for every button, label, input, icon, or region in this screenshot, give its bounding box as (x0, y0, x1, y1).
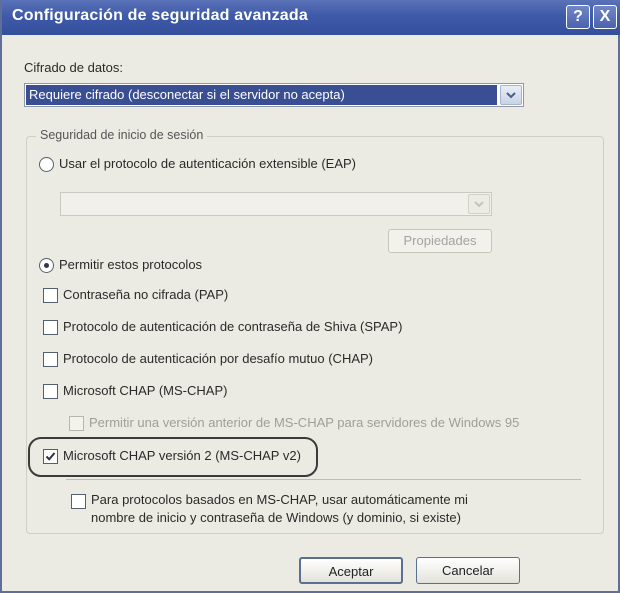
cancel-button[interactable]: Cancelar (416, 557, 520, 584)
chap-checkbox[interactable] (43, 352, 58, 367)
spap-label[interactable]: Protocolo de autenticación de contraseña… (63, 319, 402, 334)
auto-windows-logon-label-line1[interactable]: Para protocolos basados en MS-CHAP, usar… (91, 492, 468, 507)
separator (66, 479, 581, 480)
eap-dropdown-button[interactable] (468, 194, 490, 214)
properties-button-label: Propiedades (403, 233, 477, 248)
ok-button-label: Aceptar (328, 564, 374, 579)
ms-chap-win95-checkbox[interactable] (69, 416, 84, 431)
encryption-selected-value: Requiere cifrado (desconectar si el serv… (26, 85, 497, 105)
allow-protocols-label[interactable]: Permitir estos protocolos (59, 257, 202, 272)
highlight-circle-annotation (28, 437, 318, 477)
auto-windows-logon-checkbox[interactable] (71, 494, 86, 509)
dialog-title: Configuración de seguridad avanzada (12, 7, 308, 24)
eap-radio-label[interactable]: Usar el protocolo de autenticación exten… (59, 156, 356, 171)
cancel-button-label: Cancelar (441, 563, 495, 578)
close-icon: X (599, 8, 611, 25)
ms-chap-label[interactable]: Microsoft CHAP (MS-CHAP) (63, 383, 227, 398)
advanced-security-dialog: Configuración de seguridad avanzada ? X … (0, 0, 620, 593)
chevron-down-icon (474, 201, 484, 208)
encryption-dropdown-button[interactable] (500, 85, 522, 105)
help-icon: ? (573, 8, 583, 25)
ms-chap-checkbox[interactable] (43, 384, 58, 399)
ok-button[interactable]: Aceptar (299, 557, 403, 584)
chap-label[interactable]: Protocolo de autenticación por desafío m… (63, 351, 373, 366)
encryption-label: Cifrado de datos: (24, 60, 124, 75)
properties-button[interactable]: Propiedades (388, 229, 492, 253)
pap-label[interactable]: Contraseña no cifrada (PAP) (63, 287, 228, 302)
allow-protocols-radio[interactable] (39, 258, 54, 273)
spap-checkbox[interactable] (43, 320, 58, 335)
chevron-down-icon (506, 92, 516, 99)
ms-chap-win95-label[interactable]: Permitir una versión anterior de MS-CHAP… (89, 415, 519, 430)
encryption-select[interactable]: Requiere cifrado (desconectar si el serv… (24, 83, 524, 107)
help-button[interactable]: ? (566, 5, 590, 29)
title-bar: Configuración de seguridad avanzada ? X (2, 0, 620, 35)
pap-checkbox[interactable] (43, 288, 58, 303)
logon-security-legend: Seguridad de inicio de sesión (36, 128, 208, 142)
auto-windows-logon-label-line2[interactable]: nombre de inicio y contraseña de Windows… (91, 510, 461, 525)
eap-type-select[interactable] (60, 192, 492, 216)
close-button[interactable]: X (593, 5, 617, 29)
eap-radio[interactable] (39, 157, 54, 172)
